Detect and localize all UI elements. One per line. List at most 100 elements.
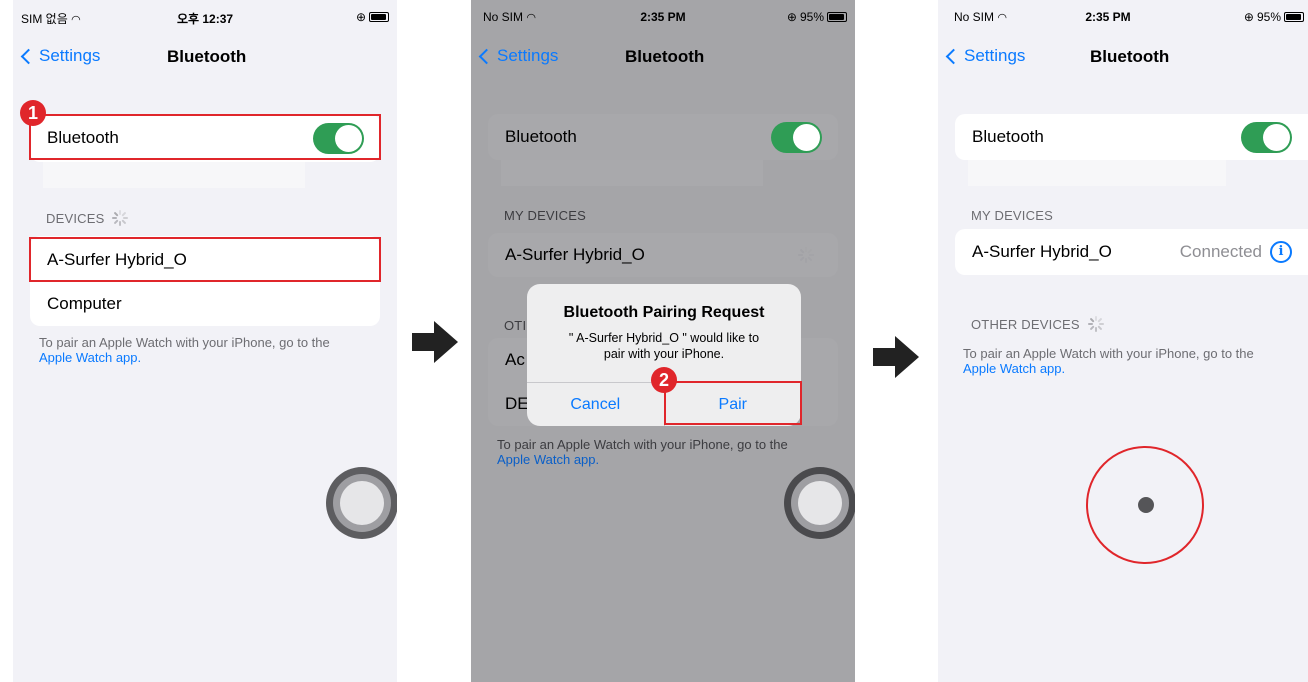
arrow-right-icon [412, 321, 458, 363]
screen-step-2: No SIM ◠ 2:35 PM ⊕ 95% Settings Bluetooth… [471, 0, 855, 682]
device-name: A-Surfer Hybrid_O [972, 242, 1112, 261]
spinner-tick [798, 254, 803, 256]
other-devices-header: OTHER DEVICES [971, 316, 1104, 332]
page-title: Bluetooth [625, 47, 705, 66]
battery-percent: 95% [799, 10, 824, 24]
rotation-lock-icon: ⊕ [1243, 10, 1254, 24]
back-label: Settings [39, 46, 101, 65]
footer-note: To pair an Apple Watch with your iPhone,… [39, 335, 369, 365]
device-row-surfer[interactable]: A-Surfer Hybrid_O Connected i [955, 229, 1308, 275]
spinner-tick [1089, 325, 1095, 331]
bluetooth-placeholder [968, 160, 1226, 186]
footer-text: To pair an Apple Watch with your iPhone,… [497, 437, 788, 452]
spinner-tick [799, 248, 805, 254]
other-devices-header: OTI [504, 318, 527, 333]
rotation-lock-icon: ⊕ [786, 10, 797, 24]
device-name: A-Surfer Hybrid_O [505, 245, 645, 264]
connected-label: Connected [1179, 242, 1262, 261]
spinner-icon [112, 210, 129, 226]
arrow-right-icon [873, 336, 919, 378]
back-button[interactable]: Settings [945, 46, 1026, 66]
page-title: Bluetooth [1090, 47, 1170, 66]
device-row-surfer[interactable]: A-Surfer Hybrid_O [30, 238, 380, 282]
bluetooth-toggle[interactable] [1241, 122, 1292, 153]
bluetooth-row[interactable]: Bluetooth [955, 114, 1308, 160]
back-button[interactable]: Settings [478, 46, 559, 66]
status-bar: No SIM ◠ 2:35 PM ⊕ 95% [938, 0, 1308, 30]
back-label: Settings [964, 46, 1026, 65]
device-row-computer[interactable]: Computer [30, 282, 380, 326]
spinner-tick [121, 211, 127, 217]
status-bar: No SIM ◠ 2:35 PM ⊕ 95% [471, 0, 855, 30]
spinner-tick [1098, 323, 1104, 325]
footer-text: To pair an Apple Watch with your iPhone,… [963, 346, 1254, 361]
spinner-tick [799, 256, 805, 262]
nav-bar: Settings Bluetooth [13, 44, 397, 72]
device-status: Connected i [1180, 229, 1292, 275]
apple-watch-link[interactable]: Apple Watch app. [497, 452, 827, 467]
spinner-tick [119, 221, 122, 226]
pair-button[interactable]: Pair [663, 383, 802, 426]
spinner-tick [807, 256, 813, 262]
back-button[interactable]: Settings [20, 46, 101, 66]
dialog-message: " A-Surfer Hybrid_O " would like to pair… [568, 331, 760, 361]
page-title: Bluetooth [167, 47, 247, 66]
device-row-surfer[interactable]: A-Surfer Hybrid_O [488, 233, 838, 277]
step-badge-2: 2 [651, 367, 677, 393]
spinner-tick [123, 217, 129, 219]
bluetooth-row[interactable]: Bluetooth [488, 114, 838, 160]
tap-indicator-dot [1138, 497, 1154, 513]
status-time: 오후 12:37 [176, 12, 234, 26]
spinner-tick [1097, 317, 1103, 323]
battery-icon [369, 12, 389, 22]
spinner-tick [1087, 323, 1093, 325]
screen-step-3: No SIM ◠ 2:35 PM ⊕ 95% Settings Bluetooth… [938, 0, 1308, 682]
apple-watch-link[interactable]: Apple Watch app. [39, 350, 369, 365]
spinner-tick [114, 211, 120, 217]
bluetooth-toggle[interactable] [771, 122, 822, 153]
battery-icon [827, 12, 847, 22]
bluetooth-label: Bluetooth [505, 127, 577, 146]
device-name: Computer [47, 294, 122, 313]
rotation-lock-icon: ⊕ [355, 10, 366, 24]
device-name: DE [505, 394, 529, 413]
spinner-icon [1087, 316, 1104, 332]
other-devices-label: OTHER DEVICES [971, 316, 1080, 332]
chevron-left-icon [945, 48, 962, 64]
nav-bar: Settings Bluetooth [938, 44, 1308, 72]
spinner-tick [1094, 327, 1097, 332]
chevron-left-icon [478, 48, 495, 64]
devices-header-label: DEVICES [46, 210, 105, 226]
cancel-button[interactable]: Cancel [527, 383, 664, 426]
bluetooth-placeholder [501, 160, 763, 186]
status-bar: SIM 없음 ◠ 오후 12:37 ⊕ [13, 0, 397, 30]
spinner-tick [1089, 317, 1095, 323]
back-label: Settings [497, 46, 559, 65]
assistive-touch-icon[interactable] [784, 467, 855, 539]
chevron-left-icon [20, 48, 37, 64]
device-name: A-Surfer Hybrid_O [47, 250, 187, 269]
nav-bar: Settings Bluetooth [471, 44, 855, 72]
bluetooth-row[interactable]: Bluetooth [30, 114, 380, 162]
step-badge-1: 1 [20, 100, 46, 126]
footer-text: To pair an Apple Watch with your iPhone,… [39, 335, 330, 350]
spinner-tick [809, 254, 814, 256]
screen-step-1: SIM 없음 ◠ 오후 12:37 ⊕ Settings Bluetooth B… [13, 0, 397, 682]
spinner-tick [121, 219, 127, 225]
bluetooth-label: Bluetooth [972, 127, 1044, 146]
apple-watch-link[interactable]: Apple Watch app. [963, 361, 1293, 376]
bluetooth-toggle[interactable] [313, 123, 364, 154]
footer-note: To pair an Apple Watch with your iPhone,… [963, 346, 1293, 376]
footer-note: To pair an Apple Watch with your iPhone,… [497, 437, 827, 467]
bluetooth-placeholder [43, 162, 305, 188]
assistive-touch-icon[interactable] [326, 467, 397, 539]
status-right: ⊕ 95% [1244, 10, 1304, 24]
devices-header: DEVICES [46, 210, 129, 226]
spinner-icon [798, 247, 814, 263]
info-icon[interactable]: i [1270, 241, 1292, 263]
pairing-dialog: Bluetooth Pairing Request " A-Surfer Hyb… [527, 284, 801, 426]
status-right: ⊕ 95% [787, 10, 847, 24]
bluetooth-label: Bluetooth [47, 128, 119, 147]
status-right: ⊕ [356, 10, 389, 24]
spinner-tick [1097, 325, 1103, 331]
